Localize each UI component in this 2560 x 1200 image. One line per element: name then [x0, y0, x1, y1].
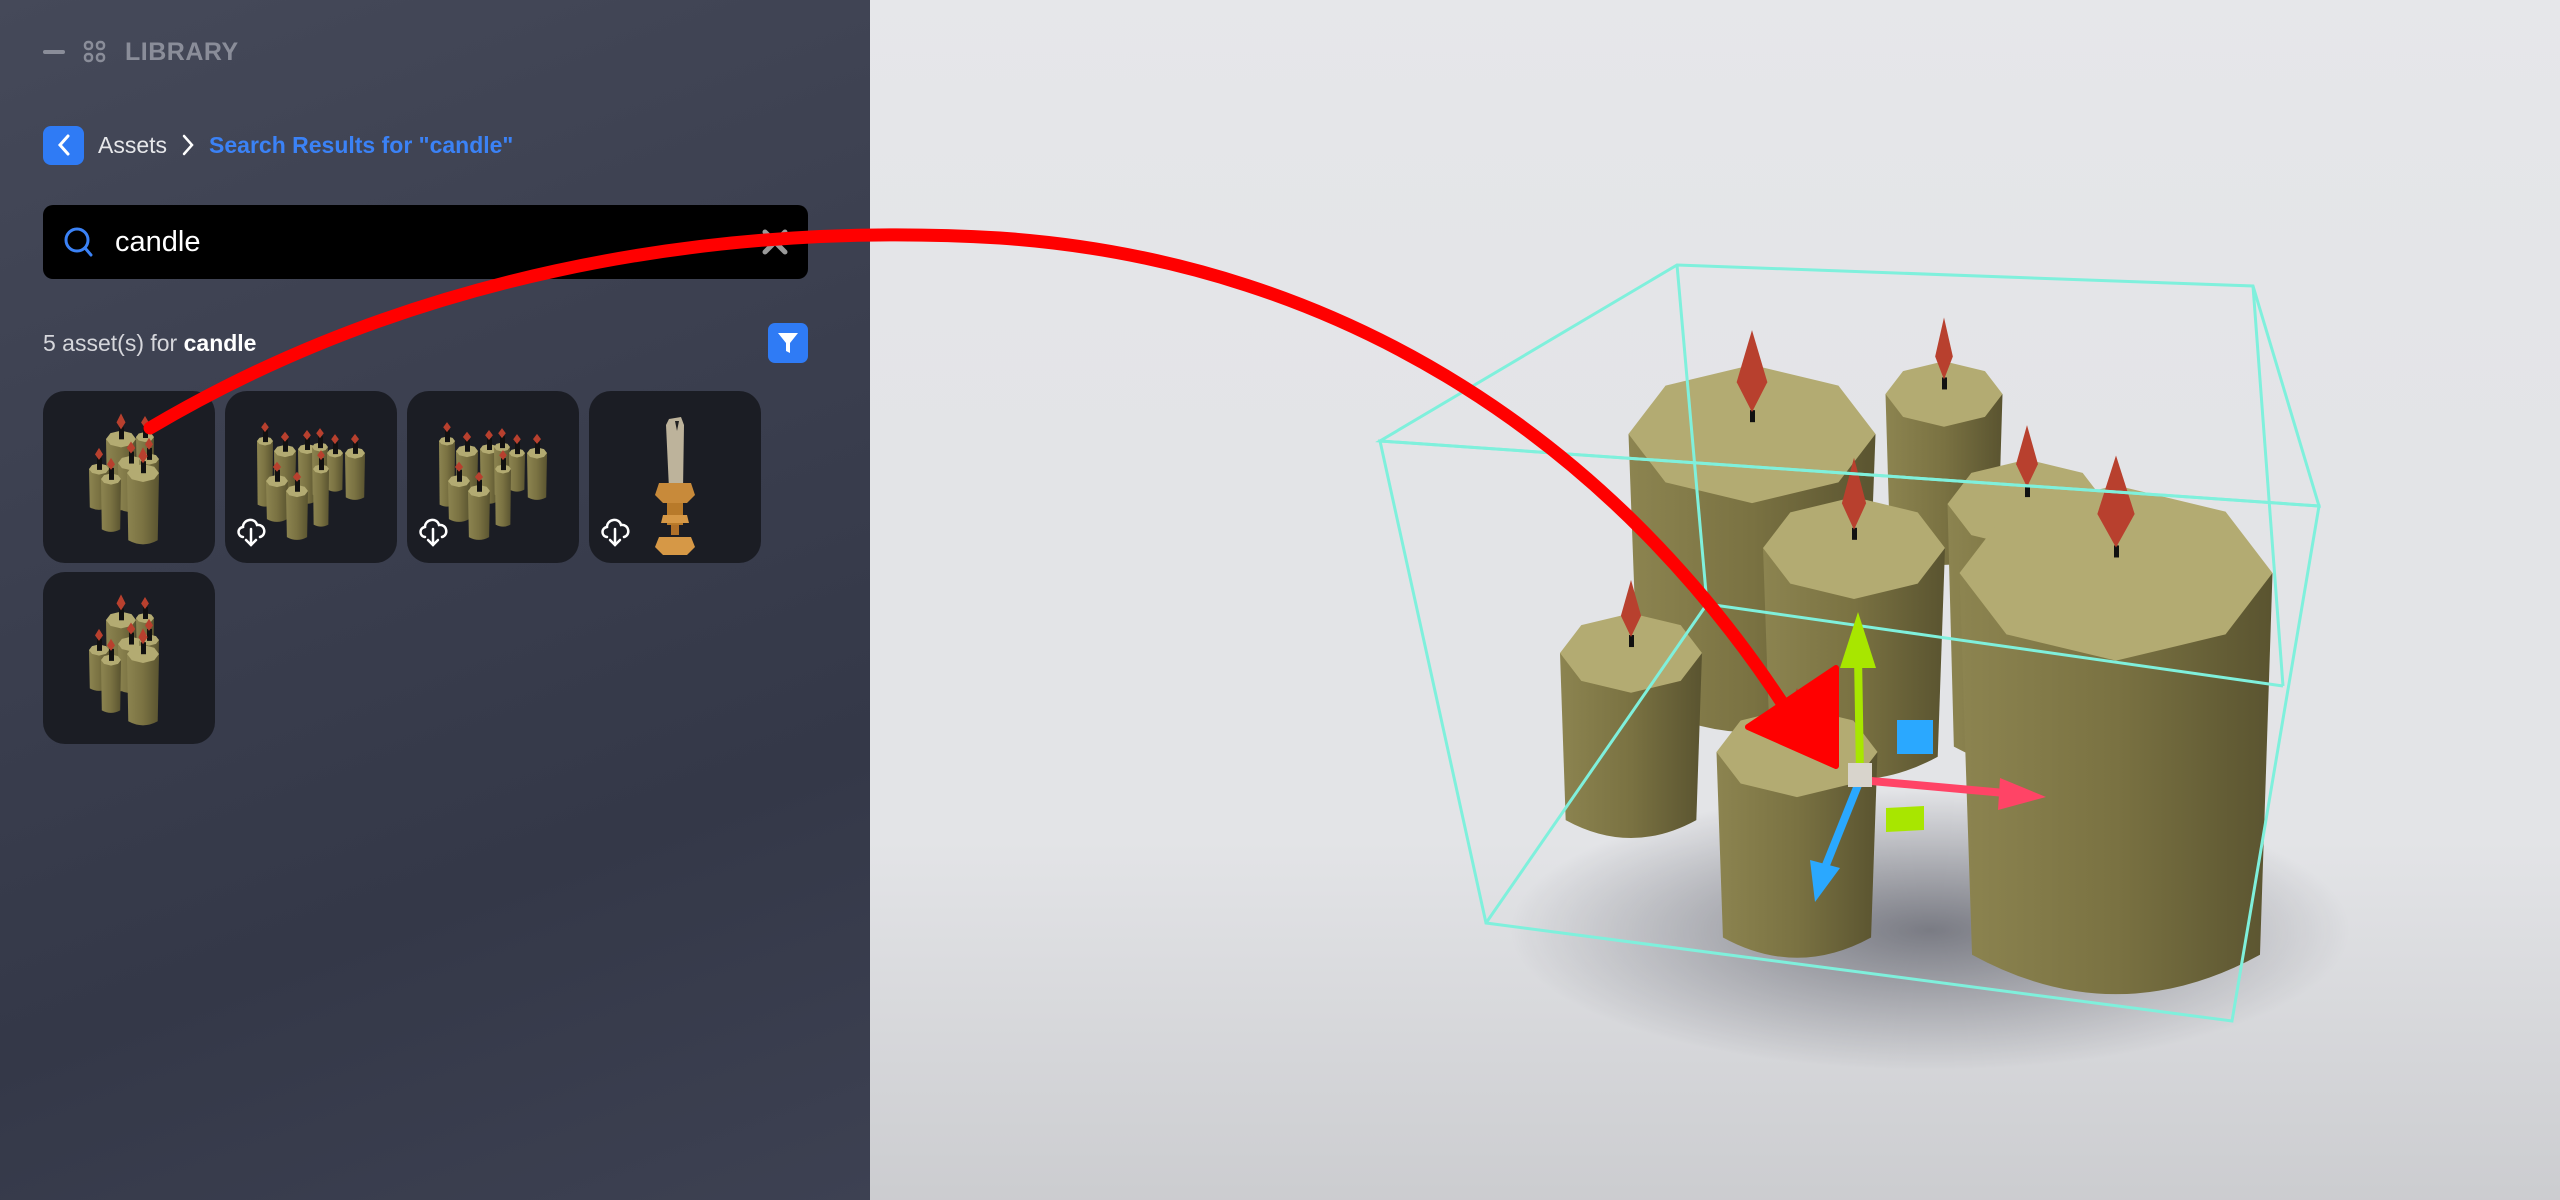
search-icon — [64, 227, 93, 257]
grid-icon — [83, 40, 106, 63]
gizmo-center-handle[interactable] — [1848, 763, 1872, 787]
panel-title: LIBRARY — [125, 37, 239, 66]
gizmo-xz-plane-handle[interactable] — [1886, 806, 1924, 832]
filter-icon — [778, 333, 798, 353]
result-count: 5 asset(s) for candle — [43, 323, 256, 363]
gizmo-xy-plane-handle[interactable] — [1897, 720, 1933, 754]
asset-tile-candle-cluster[interactable] — [43, 572, 215, 744]
asset-tile-candle-group[interactable] — [407, 391, 579, 563]
asset-thumbnail — [89, 413, 159, 545]
gizmo-y-axis[interactable] — [1854, 654, 1864, 776]
search-input[interactable] — [113, 224, 717, 260]
breadcrumb-assets[interactable]: Assets — [98, 132, 167, 159]
search-bar — [43, 205, 808, 279]
library-panel: LIBRARY Assets Search Results for "candl… — [0, 0, 870, 1200]
close-icon[interactable] — [760, 227, 790, 257]
minus-icon[interactable] — [43, 50, 65, 54]
result-count-prefix: 5 asset(s) for — [43, 330, 178, 356]
cloud-download-icon[interactable] — [599, 515, 633, 549]
asset-tile-candlestick[interactable] — [589, 391, 761, 563]
asset-tile-candle-group[interactable] — [225, 391, 397, 563]
cloud-download-icon[interactable] — [417, 515, 451, 549]
result-query: candle — [183, 330, 257, 356]
asset-thumbnail — [89, 594, 159, 726]
cloud-download-icon[interactable] — [235, 515, 269, 549]
asset-tile-candle-cluster[interactable] — [43, 391, 215, 563]
chevron-left-icon — [57, 134, 69, 156]
breadcrumb-current: Search Results for "candle" — [209, 131, 514, 158]
breadcrumb: Assets Search Results for "candle" — [43, 125, 513, 165]
back-button[interactable] — [43, 125, 84, 165]
filter-button[interactable] — [768, 323, 808, 363]
library-header: LIBRARY — [43, 34, 239, 70]
chevron-right-icon — [182, 134, 194, 156]
